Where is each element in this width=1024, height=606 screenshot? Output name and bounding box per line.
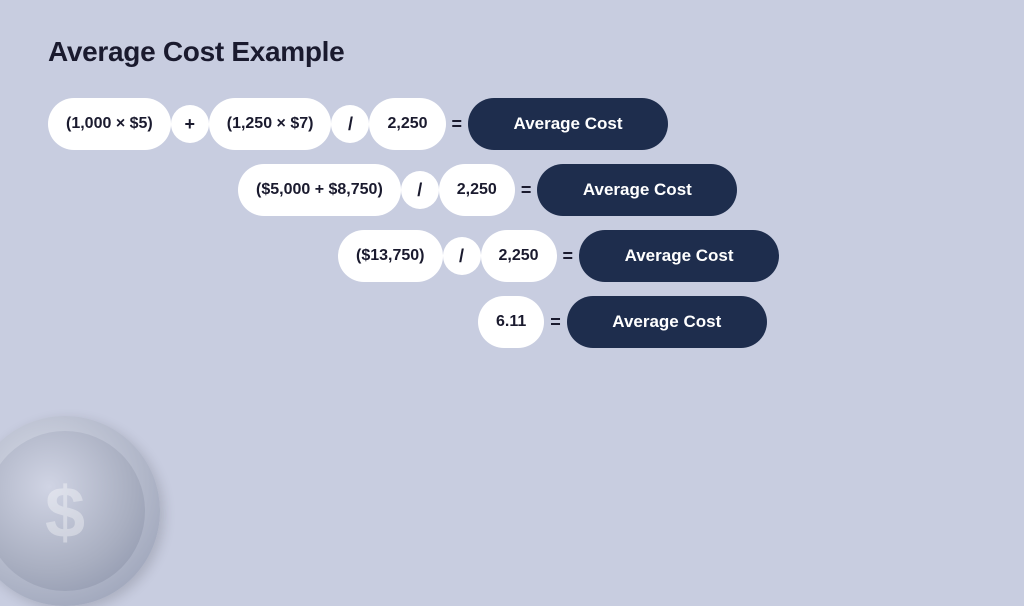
pill-2a: ($5,000 + $8,750) [238,164,401,216]
pill-4a: 6.11 [478,296,544,348]
pill-1c-text: 2,250 [387,115,427,133]
operator-eq-4: = [544,312,567,333]
pill-1a: (1,000 × $5) [48,98,171,150]
pill-2a-text: ($5,000 + $8,750) [256,181,383,199]
operator-eq-3: = [557,246,580,267]
pill-4a-text: 6.11 [496,313,526,331]
result-text-2: Average Cost [583,180,692,200]
pill-1b-text: (1,250 × $7) [227,115,314,133]
pill-1a-text: (1,000 × $5) [66,115,153,133]
pill-3a: ($13,750) [338,230,443,282]
equation-row-2: ($5,000 + $8,750) / 2,250 = Average Cost [48,162,976,218]
coin-symbol: $ [45,477,85,549]
result-pill-3: Average Cost [579,230,779,282]
pill-1c: 2,250 [369,98,445,150]
pill-3b-text: 2,250 [499,247,539,265]
pill-2b: 2,250 [439,164,515,216]
equations-container: (1,000 × $5) + (1,250 × $7) / 2,250 = Av… [48,96,976,350]
operator-div-1: / [331,105,369,143]
operator-plus: + [171,105,209,143]
result-text-3: Average Cost [625,246,734,266]
pill-2b-text: 2,250 [457,181,497,199]
operator-eq-1: = [446,114,469,135]
equation-row-3: ($13,750) / 2,250 = Average Cost [48,228,976,284]
coin-decoration: $ [0,416,160,606]
result-pill-4: Average Cost [567,296,767,348]
pill-3a-text: ($13,750) [356,247,425,265]
result-pill-1: Average Cost [468,98,668,150]
operator-div-3: / [443,237,481,275]
coin-inner: $ [0,431,145,591]
operator-eq-2: = [515,180,538,201]
result-text-4: Average Cost [612,312,721,332]
result-pill-2: Average Cost [537,164,737,216]
page-title: Average Cost Example [48,36,976,68]
result-text-1: Average Cost [514,114,623,134]
equation-row-1: (1,000 × $5) + (1,250 × $7) / 2,250 = Av… [48,96,976,152]
operator-div-2: / [401,171,439,209]
pill-1b: (1,250 × $7) [209,98,332,150]
pill-3b: 2,250 [481,230,557,282]
equation-row-4: 6.11 = Average Cost [48,294,976,350]
page-container: Average Cost Example (1,000 × $5) + (1,2… [0,0,1024,576]
